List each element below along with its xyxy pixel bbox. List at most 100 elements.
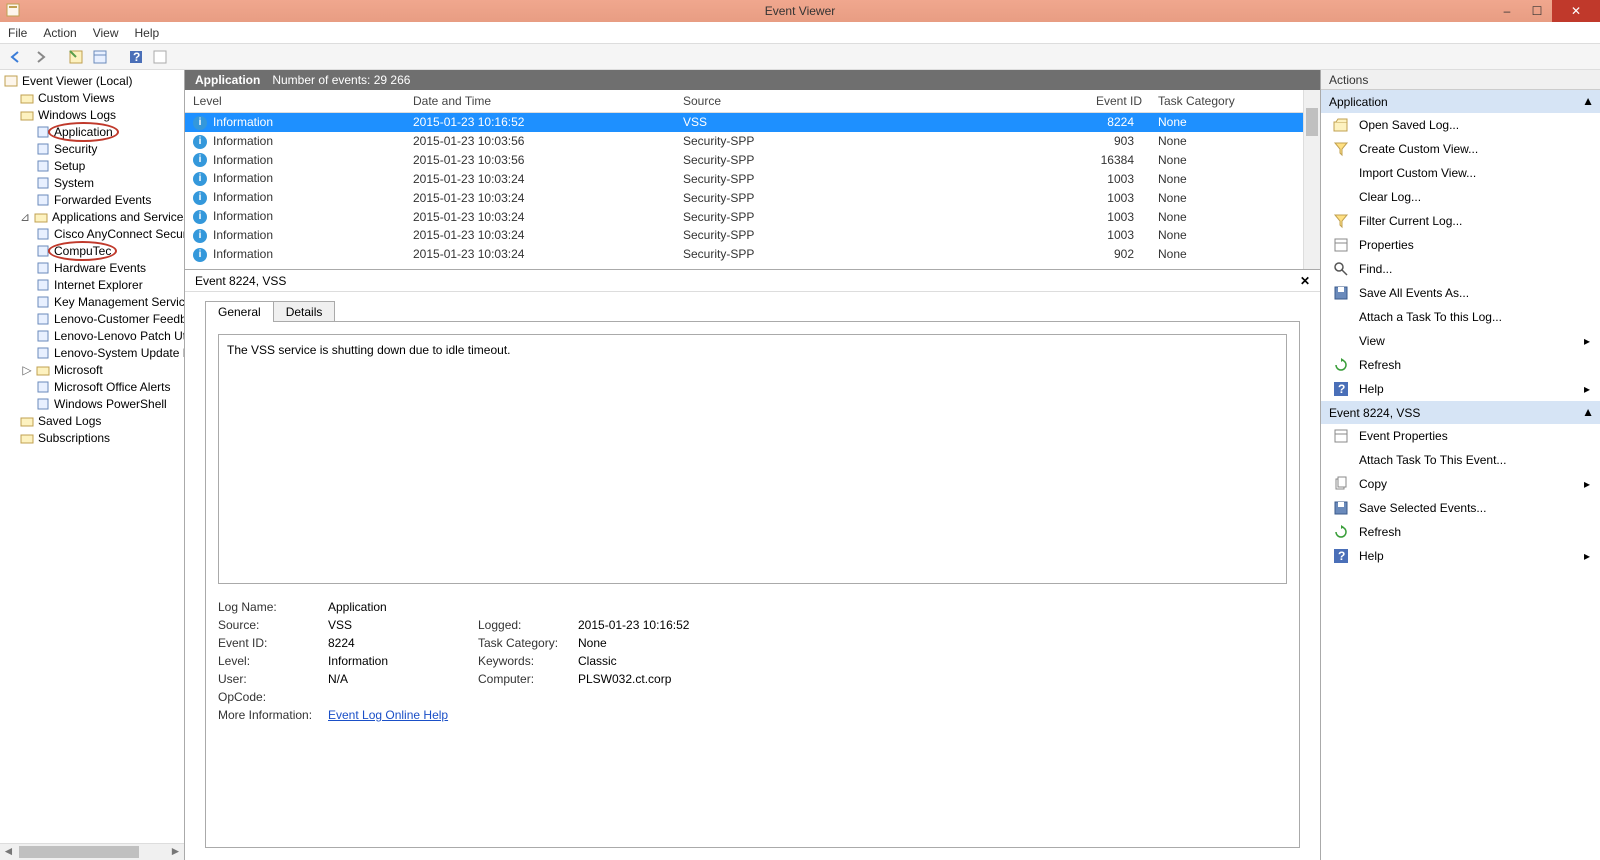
tab-general[interactable]: General <box>205 301 274 322</box>
event-properties: Log Name:Application Source:VSS Logged:2… <box>218 600 1287 722</box>
toolbar-overflow[interactable] <box>150 47 170 67</box>
tree-al-lenovo-patch[interactable]: Lenovo-Lenovo Patch Utilit <box>4 327 185 344</box>
expander-icon[interactable]: ⊿ <box>20 210 30 224</box>
log-title: Application <box>195 73 260 87</box>
minimize-button[interactable]: – <box>1492 0 1522 22</box>
log-icon <box>36 295 50 309</box>
action-item[interactable]: Save All Events As... <box>1321 281 1600 305</box>
tree-al-powershell[interactable]: Windows PowerShell <box>4 395 185 412</box>
action-item[interactable]: Copy▸ <box>1321 472 1600 496</box>
action-item[interactable]: ?Help▸ <box>1321 544 1600 568</box>
action-item[interactable]: Attach a Task To this Log... <box>1321 305 1600 329</box>
submenu-arrow-icon: ▸ <box>1584 382 1590 396</box>
svg-text:?: ? <box>1338 382 1345 396</box>
action-item[interactable]: Event Properties <box>1321 424 1600 448</box>
tab-details[interactable]: Details <box>273 301 336 322</box>
tree-wl-system[interactable]: System <box>4 174 185 191</box>
info-icon: i <box>193 116 207 130</box>
navigation-tree[interactable]: Event Viewer (Local) Custom Views Window… <box>0 70 185 860</box>
forward-button[interactable] <box>30 47 50 67</box>
event-viewer-icon <box>4 74 18 88</box>
tree-h-scrollbar[interactable]: ◄ ► <box>0 843 184 860</box>
action-item[interactable]: Clear Log... <box>1321 185 1600 209</box>
col-level[interactable]: Level <box>185 90 405 113</box>
detail-close-button[interactable]: ✕ <box>1300 274 1310 288</box>
menu-view[interactable]: View <box>93 26 119 40</box>
tree-custom-views[interactable]: Custom Views <box>4 89 185 106</box>
menu-help[interactable]: Help <box>135 26 160 40</box>
tree-wl-application[interactable]: Application <box>4 123 185 140</box>
collapse-icon[interactable]: ▲ <box>1582 405 1594 419</box>
maximize-button[interactable]: ☐ <box>1522 0 1552 22</box>
col-date[interactable]: Date and Time <box>405 90 675 113</box>
tree-al-kms[interactable]: Key Management Service <box>4 293 185 310</box>
tree-windows-logs[interactable]: Windows Logs <box>4 106 185 123</box>
action-icon <box>1333 476 1349 492</box>
actions-group-event[interactable]: Event 8224, VSS ▲ <box>1321 401 1600 424</box>
tree-al-lenovo-su[interactable]: Lenovo-System Update Pat <box>4 344 185 361</box>
action-item[interactable]: Refresh <box>1321 520 1600 544</box>
action-item[interactable]: Refresh <box>1321 353 1600 377</box>
tree-al-lenovo-cf[interactable]: Lenovo-Customer Feedback <box>4 310 185 327</box>
action-item[interactable]: Find... <box>1321 257 1600 281</box>
collapse-icon[interactable]: ▲ <box>1582 94 1594 108</box>
action-icon <box>1333 237 1349 253</box>
action-item[interactable]: Save Selected Events... <box>1321 496 1600 520</box>
menu-file[interactable]: File <box>8 26 27 40</box>
event-grid[interactable]: Level Date and Time Source Event ID Task… <box>185 90 1320 270</box>
col-source[interactable]: Source <box>675 90 1070 113</box>
grid-v-scrollbar[interactable] <box>1303 90 1320 269</box>
menu-action[interactable]: Action <box>43 26 76 40</box>
event-row[interactable]: iInformation2015-01-23 10:03:56Security-… <box>185 132 1320 151</box>
tree-wl-forwarded[interactable]: Forwarded Events <box>4 191 185 208</box>
online-help-link[interactable]: Event Log Online Help <box>328 708 468 722</box>
log-icon <box>36 176 50 190</box>
back-button[interactable] <box>6 47 26 67</box>
tree-subscriptions[interactable]: Subscriptions <box>4 429 185 446</box>
action-item[interactable]: Filter Current Log... <box>1321 209 1600 233</box>
action-item[interactable]: ?Help▸ <box>1321 377 1600 401</box>
action-icon <box>1333 117 1349 133</box>
actions-group-application[interactable]: Application ▲ <box>1321 90 1600 113</box>
event-row[interactable]: iInformation2015-01-23 10:03:24Security-… <box>185 226 1320 245</box>
tree-al-office[interactable]: Microsoft Office Alerts <box>4 378 185 395</box>
log-icon <box>36 227 50 241</box>
tree-wl-security[interactable]: Security <box>4 140 185 157</box>
close-button[interactable]: ✕ <box>1552 0 1600 22</box>
action-item[interactable]: View▸ <box>1321 329 1600 353</box>
action-icon <box>1333 333 1349 349</box>
tree-al-computec[interactable]: CompuTec <box>4 242 185 259</box>
expander-icon[interactable]: ▷ <box>22 363 32 377</box>
action-item[interactable]: Attach Task To This Event... <box>1321 448 1600 472</box>
action-icon <box>1333 141 1349 157</box>
action-item[interactable]: Open Saved Log... <box>1321 113 1600 137</box>
tree-wl-setup[interactable]: Setup <box>4 157 185 174</box>
tree-al-microsoft[interactable]: ▷Microsoft <box>4 361 185 378</box>
action-item[interactable]: Import Custom View... <box>1321 161 1600 185</box>
tree-apps-logs[interactable]: ⊿ Applications and Services Logs <box>4 208 185 225</box>
help-button[interactable]: ? <box>126 47 146 67</box>
folder-icon <box>36 363 50 377</box>
tree-al-cisco[interactable]: Cisco AnyConnect Secure M <box>4 225 185 242</box>
submenu-arrow-icon: ▸ <box>1584 477 1590 491</box>
event-row[interactable]: iInformation2015-01-23 10:03:24Security-… <box>185 245 1320 264</box>
log-icon <box>36 193 50 207</box>
col-eventid[interactable]: Event ID <box>1070 90 1150 113</box>
event-row[interactable]: iInformation2015-01-23 10:03:24Security-… <box>185 169 1320 188</box>
tree-root[interactable]: Event Viewer (Local) <box>4 72 185 89</box>
window-title: Event Viewer <box>765 4 835 18</box>
event-row[interactable]: iInformation2015-01-23 10:03:24Security-… <box>185 188 1320 207</box>
grid-header-row[interactable]: Level Date and Time Source Event ID Task… <box>185 90 1320 113</box>
event-row[interactable]: iInformation2015-01-23 10:03:24Security-… <box>185 207 1320 226</box>
tree-saved-logs[interactable]: Saved Logs <box>4 412 185 429</box>
submenu-arrow-icon: ▸ <box>1584 334 1590 348</box>
tree-al-ie[interactable]: Internet Explorer <box>4 276 185 293</box>
properties-button[interactable] <box>90 47 110 67</box>
action-item[interactable]: Properties <box>1321 233 1600 257</box>
event-row[interactable]: iInformation2015-01-23 10:03:56Security-… <box>185 151 1320 170</box>
action-item[interactable]: Create Custom View... <box>1321 137 1600 161</box>
event-row[interactable]: iInformation2015-01-23 10:16:52VSS8224No… <box>185 113 1320 132</box>
col-task[interactable]: Task Category <box>1150 90 1320 113</box>
show-tree-button[interactable] <box>66 47 86 67</box>
tree-al-hardware[interactable]: Hardware Events <box>4 259 185 276</box>
